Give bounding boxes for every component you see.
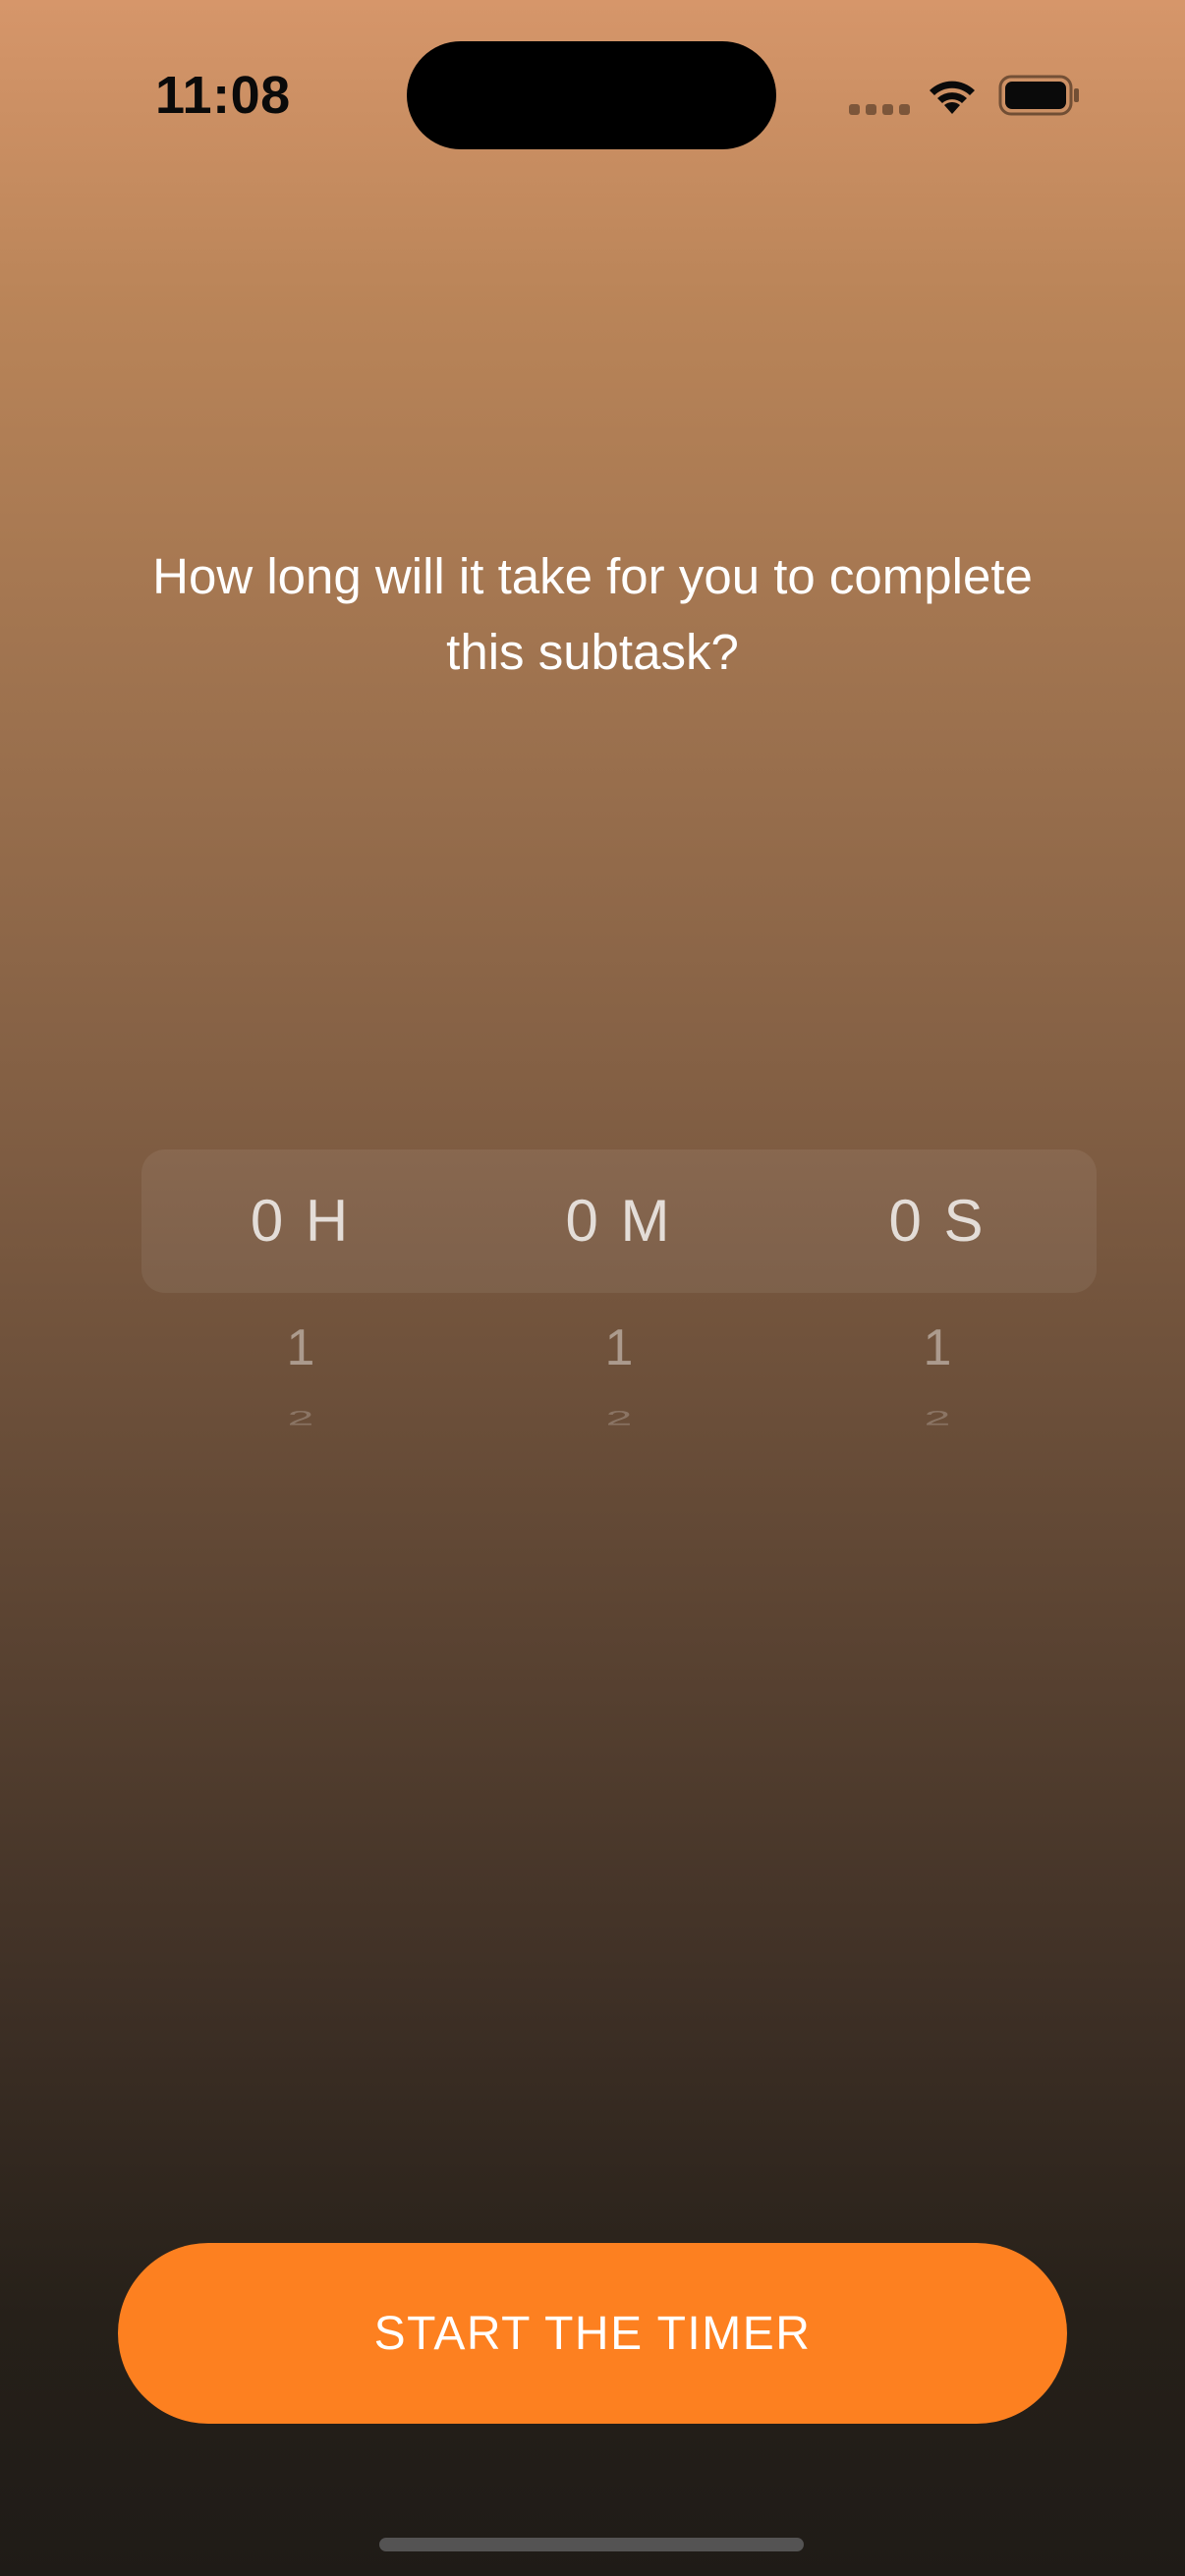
battery-icon	[998, 75, 1079, 116]
start-timer-button[interactable]: START THE TIMER	[118, 2243, 1067, 2424]
home-indicator[interactable]	[379, 2538, 804, 2551]
duration-picker[interactable]: 0 H 1 2 0 M 1 2 0 S 1 2	[141, 1149, 1097, 1503]
hours-picker-wheel[interactable]: 0 H 1 2	[141, 1149, 460, 1503]
signal-icon	[849, 104, 910, 115]
hours-selected-value[interactable]: 0 H	[141, 1185, 460, 1258]
dynamic-island	[407, 41, 776, 149]
minutes-option[interactable]: 1	[460, 1318, 778, 1377]
minutes-option[interactable]: 2	[460, 1407, 778, 1429]
wifi-icon	[930, 81, 975, 114]
minutes-selected-value[interactable]: 0 M	[460, 1185, 778, 1258]
duration-question: How long will it take for you to complet…	[152, 548, 1033, 680]
hours-option[interactable]: 1	[141, 1318, 460, 1377]
status-bar-time: 11:08	[155, 66, 291, 125]
seconds-option[interactable]: 1	[778, 1318, 1097, 1377]
seconds-option[interactable]: 2	[778, 1407, 1097, 1429]
minutes-picker-wheel[interactable]: 0 M 1 2	[460, 1149, 778, 1503]
hours-option[interactable]: 2	[141, 1407, 460, 1429]
seconds-picker-wheel[interactable]: 0 S 1 2	[778, 1149, 1097, 1503]
seconds-selected-value[interactable]: 0 S	[778, 1185, 1097, 1258]
